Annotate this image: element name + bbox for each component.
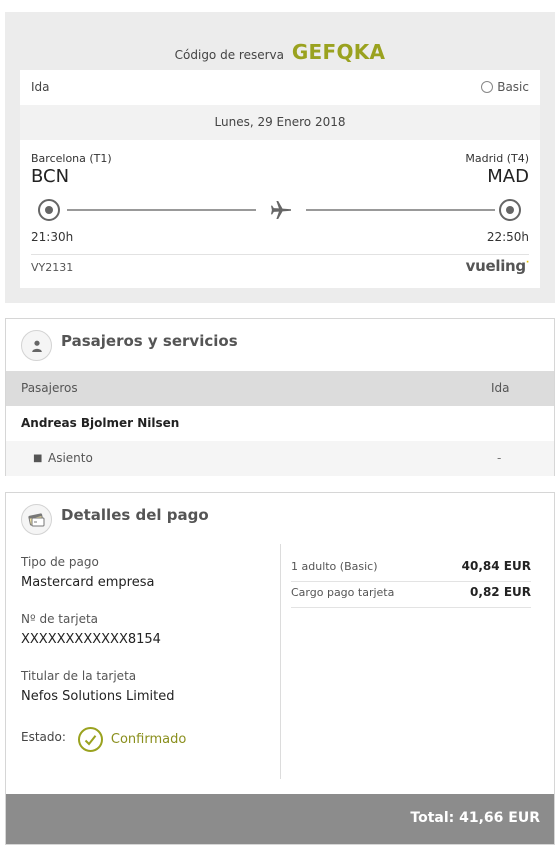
flight-direction: Ida <box>31 80 50 94</box>
status-badge: Confirmado <box>110 732 187 747</box>
airline-name: vueling <box>465 257 527 275</box>
section-title: Detalles del pago <box>61 506 209 524</box>
flight-date: Lunes, 29 Enero 2018 <box>20 105 540 140</box>
section-title: Pasajeros y servicios <box>61 332 238 350</box>
card-number-value: XXXXXXXXXXXX8154 <box>21 632 161 647</box>
origin-point-icon <box>38 199 60 221</box>
airplane-icon <box>271 201 291 219</box>
destination-airport: Madrid (T4) <box>465 152 529 165</box>
flight-route: Barcelona (T1) Madrid (T4) BCN MAD 21:30… <box>20 140 540 288</box>
bullet-icon: ■ <box>33 453 43 464</box>
fare-label: Basic <box>497 80 529 94</box>
credit-card-icon <box>21 504 52 535</box>
payment-header: Detalles del pago <box>6 493 554 545</box>
destination-point-icon <box>499 199 521 221</box>
item-amount: 0,82 EUR <box>470 585 531 599</box>
booking-code-row: Código de reserva GEFQKA <box>5 40 555 64</box>
route-line <box>306 209 495 211</box>
total-amount: Total: 41,66 EUR <box>410 810 540 826</box>
total-bar: Total: 41,66 EUR <box>6 794 554 844</box>
payment-status: Estado: Confirmado <box>21 727 186 752</box>
table-row: Andreas Bjolmer Nilsen <box>6 406 554 441</box>
field-label: Nº de tarjeta <box>21 612 99 626</box>
item-description: 1 adulto (Basic) <box>291 560 378 573</box>
payment-type-field: Tipo de pago Mastercard empresa <box>21 555 154 590</box>
flight-number: VY2131 <box>31 261 74 274</box>
checkmark-icon <box>77 727 103 752</box>
passengers-section: Pasajeros y servicios Pasajeros Ida Andr… <box>5 318 555 476</box>
fare-radio[interactable] <box>481 81 494 93</box>
card-number-field: Nº de tarjeta XXXXXXXXXXXX8154 <box>21 612 161 647</box>
payment-type-value: Mastercard empresa <box>21 575 155 590</box>
booking-summary: Código de reserva GEFQKA Ida Basic Lunes… <box>5 12 555 303</box>
list-item: 1 adulto (Basic) 40,84 EUR <box>291 556 531 582</box>
list-item: Cargo pago tarjeta 0,82 EUR <box>291 582 531 608</box>
origin-code: BCN <box>31 166 70 187</box>
card-holder-field: Titular de la tarjeta Nefos Solutions Li… <box>21 669 175 704</box>
arrival-time: 22:50h <box>486 230 529 244</box>
booking-code: GEFQKA <box>291 40 386 64</box>
flight-footer: VY2131 vueling· <box>31 254 529 288</box>
column-header: Ida <box>491 381 510 395</box>
passengers-header: Pasajeros y servicios <box>6 319 554 371</box>
item-amount: 40,84 EUR <box>461 559 531 573</box>
field-label: Tipo de pago <box>21 555 99 569</box>
passengers-table-header: Pasajeros Ida <box>6 371 554 406</box>
payment-breakdown: 1 adulto (Basic) 40,84 EUR Cargo pago ta… <box>291 556 531 608</box>
flight-card: Ida Basic Lunes, 29 Enero 2018 Barcelona… <box>20 70 540 288</box>
origin-airport: Barcelona (T1) <box>31 152 112 165</box>
service-row: ■ Asiento - <box>6 441 554 476</box>
destination-code: MAD <box>487 166 529 187</box>
service-label: Asiento <box>48 451 93 465</box>
passenger-name: Andreas Bjolmer Nilsen <box>21 416 180 430</box>
booking-code-label: Código de reserva <box>174 48 284 62</box>
card-holder-value: Nefos Solutions Limited <box>21 689 175 704</box>
field-label: Titular de la tarjeta <box>21 669 137 683</box>
flight-header: Ida Basic <box>20 70 540 105</box>
airline-mark: · <box>525 258 529 268</box>
column-header: Pasajeros <box>21 381 78 395</box>
payment-section: Detalles del pago Tipo de pago Mastercar… <box>5 492 555 845</box>
airline-logo: vueling· <box>465 257 530 275</box>
service-value: - <box>497 451 502 465</box>
divider <box>280 544 281 779</box>
person-icon <box>21 330 52 361</box>
item-description: Cargo pago tarjeta <box>291 586 395 599</box>
fare-option[interactable]: Basic <box>481 80 529 94</box>
departure-time: 21:30h <box>31 230 74 244</box>
status-label: Estado: <box>21 729 66 744</box>
route-line <box>67 209 256 211</box>
